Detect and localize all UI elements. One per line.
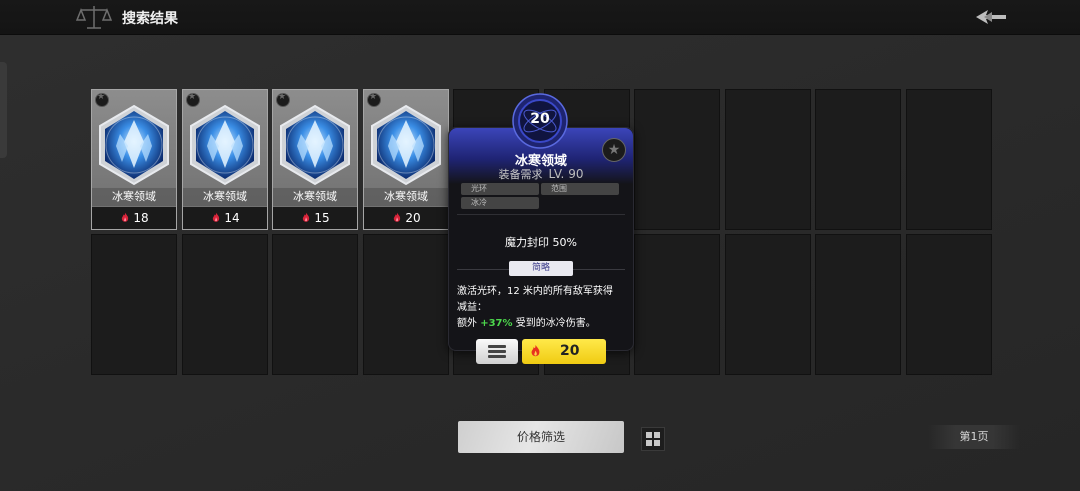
menu-lines-icon	[488, 345, 506, 348]
empty-slot	[182, 234, 268, 375]
desc-post: 受到的冰冷伤害。	[512, 318, 596, 329]
requirement-label: 装备需求	[498, 168, 543, 181]
ice-crystal-gem-icon	[99, 104, 169, 186]
requirement-level: LV. 90	[548, 167, 584, 181]
top-bar: 搜索结果	[0, 0, 1080, 35]
tooltip-stat: 魔力封印 50%	[505, 236, 577, 249]
item-card[interactable]: 冰寒领域 18	[91, 89, 177, 230]
tier-number: 20	[530, 111, 550, 127]
price-filter-button[interactable]: 价格筛选	[458, 421, 624, 453]
tag-aura: 光环	[461, 183, 539, 195]
item-name: 冰寒领域	[364, 188, 448, 206]
item-tooltip: ★ 冰寒领域 装备需求 LV. 90 光环 范围 冰冷 魔力封印 50% 简略 激…	[448, 127, 634, 364]
empty-slot	[725, 234, 811, 375]
item-price-value: 14	[224, 211, 240, 225]
desc-highlight: +37%	[480, 318, 513, 329]
empty-slot	[634, 234, 720, 375]
scale-icon	[76, 6, 112, 29]
item-price-value: 20	[405, 211, 421, 225]
flame-currency-icon	[122, 212, 129, 222]
desc-line-3: 额外 +37% 受到的冰冷伤害。	[457, 316, 627, 332]
item-name: 冰寒领域	[273, 188, 357, 206]
empty-slot	[91, 234, 177, 375]
ice-crystal-gem-icon	[280, 104, 350, 186]
empty-slot	[272, 234, 358, 375]
empty-slot	[815, 234, 901, 375]
item-price: 15	[273, 207, 357, 229]
item-price: 14	[183, 207, 267, 229]
item-price: 18	[92, 207, 176, 229]
empty-slot	[906, 234, 992, 375]
flame-currency-icon	[531, 344, 540, 357]
tooltip-description: 激活光环，12 米内的所有敌军获得 减益： 额外 +37% 受到的冰冷伤害。	[457, 284, 627, 332]
item-name: 冰寒领域	[92, 188, 176, 206]
ice-crystal-gem-icon	[190, 104, 260, 186]
menu-line	[488, 350, 506, 353]
empty-slot	[725, 89, 811, 230]
brief-toggle-button[interactable]: 简略	[509, 261, 573, 276]
item-card[interactable]: 冰寒领域 14	[182, 89, 268, 230]
empty-slot	[363, 234, 449, 375]
empty-slot	[634, 89, 720, 230]
item-card[interactable]: 冰寒领域 20	[363, 89, 449, 230]
item-name: 冰寒领域	[183, 188, 267, 206]
flame-currency-icon	[394, 212, 401, 222]
empty-slot	[815, 89, 901, 230]
flame-currency-icon	[213, 212, 220, 222]
tooltip-requirement: 装备需求 LV. 90	[449, 166, 633, 182]
page-title: 搜索结果	[122, 11, 178, 27]
grid-layout-icon[interactable]	[641, 427, 665, 451]
empty-slot	[906, 89, 992, 230]
item-card[interactable]: 冰寒领域 15	[272, 89, 358, 230]
item-price-value: 15	[314, 211, 330, 225]
menu-button[interactable]	[476, 339, 518, 364]
back-arrow-icon[interactable]	[972, 6, 1012, 28]
buy-price: 20	[560, 343, 580, 359]
flame-currency-icon	[303, 212, 310, 222]
ice-crystal-gem-icon	[371, 104, 441, 186]
tag-area: 范围	[541, 183, 619, 195]
desc-line-2: 减益：	[457, 302, 487, 313]
menu-line	[488, 355, 506, 358]
desc-line-1: 激活光环，12 米内的所有敌军获得	[457, 286, 613, 297]
tooltip-divider	[457, 214, 625, 215]
page-indicator: 第1页	[928, 425, 1020, 449]
item-price: 20	[364, 207, 448, 229]
tier-badge: 20	[512, 93, 568, 149]
item-price-value: 18	[133, 211, 149, 225]
desc-pre: 额外	[457, 318, 481, 329]
tag-cold: 冰冷	[461, 197, 539, 209]
side-drawer-tab[interactable]	[0, 62, 7, 158]
buy-button[interactable]: 20	[522, 339, 606, 364]
